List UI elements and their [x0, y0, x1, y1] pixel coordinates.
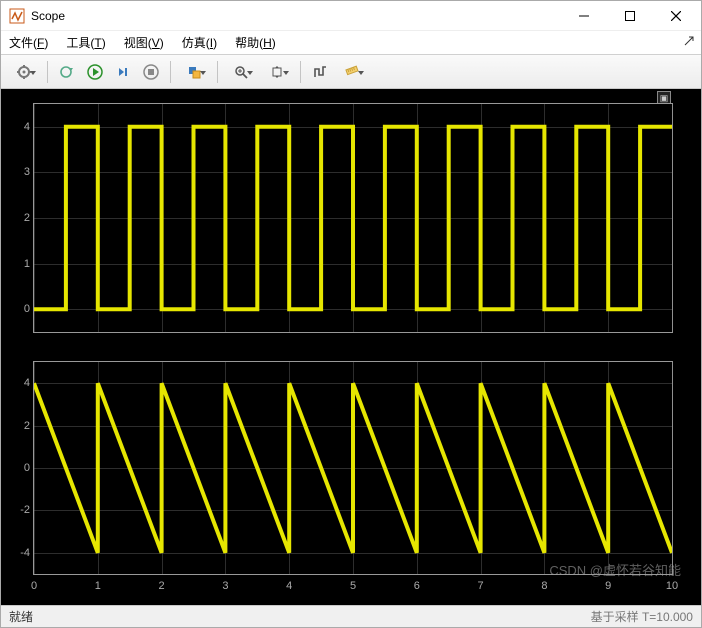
x-tick: 4	[286, 580, 292, 592]
measure-button[interactable]	[335, 59, 369, 85]
y-tick: -4	[10, 547, 30, 559]
x-tick: 2	[159, 580, 165, 592]
toolbar	[1, 55, 701, 89]
y-tick: 3	[10, 166, 30, 178]
x-tick: 6	[414, 580, 420, 592]
close-button[interactable]	[653, 1, 699, 31]
y-tick: 2	[10, 212, 30, 224]
x-tick: 7	[478, 580, 484, 592]
y-tick: 4	[10, 377, 30, 389]
highlight-button[interactable]	[177, 59, 211, 85]
menu-sim[interactable]: 仿真(I)	[180, 32, 219, 53]
x-tick: 10	[666, 580, 678, 592]
menu-file[interactable]: 文件(F)	[7, 32, 50, 53]
x-tick: 0	[31, 580, 37, 592]
menu-view[interactable]: 视图(V)	[122, 32, 166, 53]
signal-button[interactable]	[307, 59, 333, 85]
window-title: Scope	[31, 9, 65, 23]
menu-tools[interactable]: 工具(T)	[64, 32, 107, 53]
maximize-button[interactable]	[607, 1, 653, 31]
menu-bar: 文件(F) 工具(T) 视图(V) 仿真(I) 帮助(H)	[1, 31, 701, 55]
trace-sawtooth	[34, 383, 672, 553]
x-tick: 8	[541, 580, 547, 592]
y-tick: 4	[10, 121, 30, 133]
x-tick: 1	[95, 580, 101, 592]
menu-help[interactable]: 帮助(H)	[233, 32, 278, 53]
run-button[interactable]	[82, 59, 108, 85]
x-tick: 5	[350, 580, 356, 592]
trace-square	[34, 127, 672, 309]
y-tick: 1	[10, 258, 30, 270]
x-tick: 3	[222, 580, 228, 592]
status-left: 就绪	[9, 608, 33, 625]
y-tick: 2	[10, 420, 30, 432]
minimize-button[interactable]	[561, 1, 607, 31]
plot-1[interactable]: 0 1 2 3 4	[1, 89, 701, 347]
x-tick: 9	[605, 580, 611, 592]
step-button[interactable]	[110, 59, 136, 85]
y-tick: 0	[10, 462, 30, 474]
undock-icon[interactable]	[683, 35, 695, 50]
status-right: 基于采样 T=10.000	[591, 608, 693, 625]
title-bar: Scope	[1, 1, 701, 31]
zoom-button[interactable]	[224, 59, 258, 85]
status-bar: 就绪 基于采样 T=10.000	[1, 605, 701, 627]
pan-button[interactable]	[260, 59, 294, 85]
app-icon	[9, 8, 25, 24]
plot-2[interactable]: -4 -2 0 2 4 0 1 2 3 4 5 6 7 8 9 10	[1, 347, 701, 605]
rebuild-button[interactable]	[54, 59, 80, 85]
scope-display: ▣ 01234 -4-2024012345678910 CSDN @虚怀若谷知能	[1, 89, 701, 605]
y-tick: 0	[10, 303, 30, 315]
stop-button[interactable]	[138, 59, 164, 85]
settings-button[interactable]	[7, 59, 41, 85]
y-tick: -2	[10, 504, 30, 516]
